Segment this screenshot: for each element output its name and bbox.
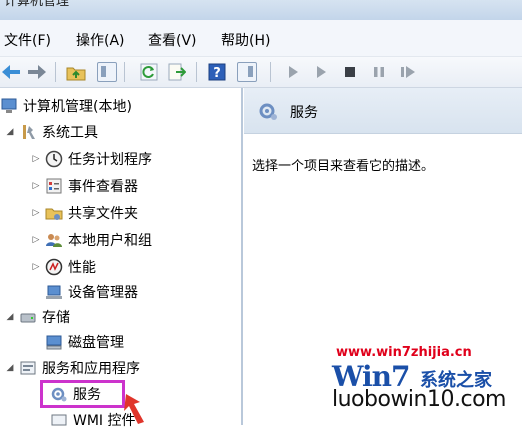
- expand-arrow-icon[interactable]: ▷: [30, 262, 42, 272]
- play-icon: [317, 66, 326, 78]
- tree-item-disk-management[interactable]: 磁盘管理: [45, 330, 124, 354]
- tree-item-local-users[interactable]: ▷ 本地用户和组: [30, 228, 152, 252]
- toolbar: ?: [0, 57, 522, 88]
- up-folder-button[interactable]: [65, 61, 87, 83]
- tree-item-device-manager[interactable]: 设备管理器: [45, 280, 138, 304]
- refresh-icon: [140, 63, 158, 81]
- export-list-button[interactable]: [166, 61, 188, 83]
- export-icon: [168, 63, 186, 81]
- pause-service-button[interactable]: [368, 61, 390, 83]
- pause-icon: [374, 67, 384, 77]
- help-button[interactable]: ?: [206, 61, 228, 83]
- tree-item-services-apps[interactable]: ◢ 服务和应用程序: [4, 356, 140, 380]
- restart-icon: [401, 66, 415, 78]
- computer-management-icon: [0, 97, 18, 115]
- tree-item-system-tools[interactable]: ◢ 系统工具: [4, 120, 98, 144]
- performance-icon: [45, 258, 63, 276]
- tree-item-computer-management[interactable]: 计算机管理(本地): [0, 94, 132, 118]
- menu-help[interactable]: 帮助(H): [221, 30, 270, 50]
- tree-label: 设备管理器: [68, 285, 138, 301]
- storage-icon: [19, 308, 37, 326]
- description-text: 选择一个项目来查看它的描述。: [252, 159, 435, 174]
- menu-bar: 文件(F) 操作(A) 查看(V) 帮助(H): [0, 20, 522, 57]
- show-action-pane-button[interactable]: [236, 61, 258, 83]
- tree-item-shared-folders[interactable]: ▷ 共享文件夹: [30, 201, 138, 225]
- device-manager-icon: [45, 283, 63, 301]
- show-hide-tree-button[interactable]: [96, 61, 118, 83]
- console-tree: 计算机管理(本地) ◢ 系统工具 ▷ 任务计划程序 ▷ 事件查看器 ▷ 共享文件…: [0, 88, 243, 429]
- expand-arrow-icon[interactable]: ▷: [30, 208, 42, 218]
- tree-label: 磁盘管理: [68, 335, 124, 351]
- toolbar-separator: [55, 62, 56, 82]
- console-tree-icon: [97, 62, 117, 82]
- collapse-arrow-icon[interactable]: ◢: [4, 127, 16, 137]
- back-button[interactable]: [0, 61, 22, 83]
- menu-view[interactable]: 查看(V): [148, 30, 197, 50]
- action-pane-icon: [237, 62, 257, 82]
- tree-label: 系统工具: [42, 125, 98, 141]
- clock-icon: [45, 150, 63, 168]
- tree-item-task-scheduler[interactable]: ▷ 任务计划程序: [30, 147, 152, 171]
- tree-item-event-viewer[interactable]: ▷ 事件查看器: [30, 174, 138, 198]
- expand-arrow-icon[interactable]: ▷: [30, 235, 42, 245]
- stop-service-button[interactable]: [339, 61, 361, 83]
- restart-service-button[interactable]: [397, 61, 419, 83]
- shared-folder-icon: [45, 204, 63, 222]
- highlight-box: [40, 380, 125, 408]
- tree-item-storage[interactable]: ◢ 存储: [4, 305, 70, 329]
- tree-label: 本地用户和组: [68, 233, 152, 249]
- annotation-arrow-icon: [124, 394, 144, 424]
- stop-icon: [345, 67, 355, 77]
- wmi-icon: [50, 411, 68, 429]
- services-apps-icon: [19, 359, 37, 377]
- forward-arrow-icon: [28, 65, 46, 79]
- play-icon: [289, 66, 298, 78]
- forward-button[interactable]: [26, 61, 48, 83]
- window-title: 计算机管理: [4, 0, 70, 9]
- expand-arrow-icon[interactable]: ▷: [30, 154, 42, 164]
- svg-text:?: ?: [213, 66, 221, 81]
- back-arrow-icon: [2, 65, 20, 79]
- disk-management-icon: [45, 333, 63, 351]
- services-gear-icon: [259, 103, 277, 120]
- folder-up-icon: [66, 67, 86, 81]
- tree-label: 事件查看器: [68, 179, 138, 195]
- tree-label: 共享文件夹: [68, 206, 138, 222]
- collapse-arrow-icon[interactable]: ◢: [4, 312, 16, 322]
- resume-service-button[interactable]: [310, 61, 332, 83]
- expand-arrow-icon[interactable]: ▷: [30, 181, 42, 191]
- details-header: 服务: [244, 88, 522, 134]
- refresh-button[interactable]: [138, 61, 160, 83]
- toolbar-separator: [196, 62, 197, 82]
- title-bar: 计算机管理: [0, 0, 522, 20]
- collapse-arrow-icon[interactable]: ◢: [4, 363, 16, 373]
- tree-label: 计算机管理(本地): [23, 99, 132, 115]
- tree-label: 性能: [68, 260, 96, 276]
- menu-file[interactable]: 文件(F): [4, 30, 51, 50]
- tree-item-performance[interactable]: ▷ 性能: [30, 255, 96, 279]
- watermark-url: www.win7zhijia.cn: [336, 345, 472, 360]
- toolbar-separator: [270, 62, 271, 82]
- toolbar-separator: [124, 62, 125, 82]
- users-icon: [45, 231, 63, 249]
- start-service-button[interactable]: [282, 61, 304, 83]
- tree-label: 服务和应用程序: [42, 361, 140, 377]
- event-viewer-icon: [45, 177, 63, 195]
- details-title: 服务: [290, 105, 318, 121]
- tree-label: 任务计划程序: [68, 152, 152, 168]
- tools-icon: [19, 123, 37, 141]
- menu-action[interactable]: 操作(A): [76, 30, 125, 50]
- tree-label: 存储: [42, 310, 70, 326]
- watermark-domain: luobowin10.com: [332, 387, 506, 412]
- help-icon: ?: [208, 63, 226, 81]
